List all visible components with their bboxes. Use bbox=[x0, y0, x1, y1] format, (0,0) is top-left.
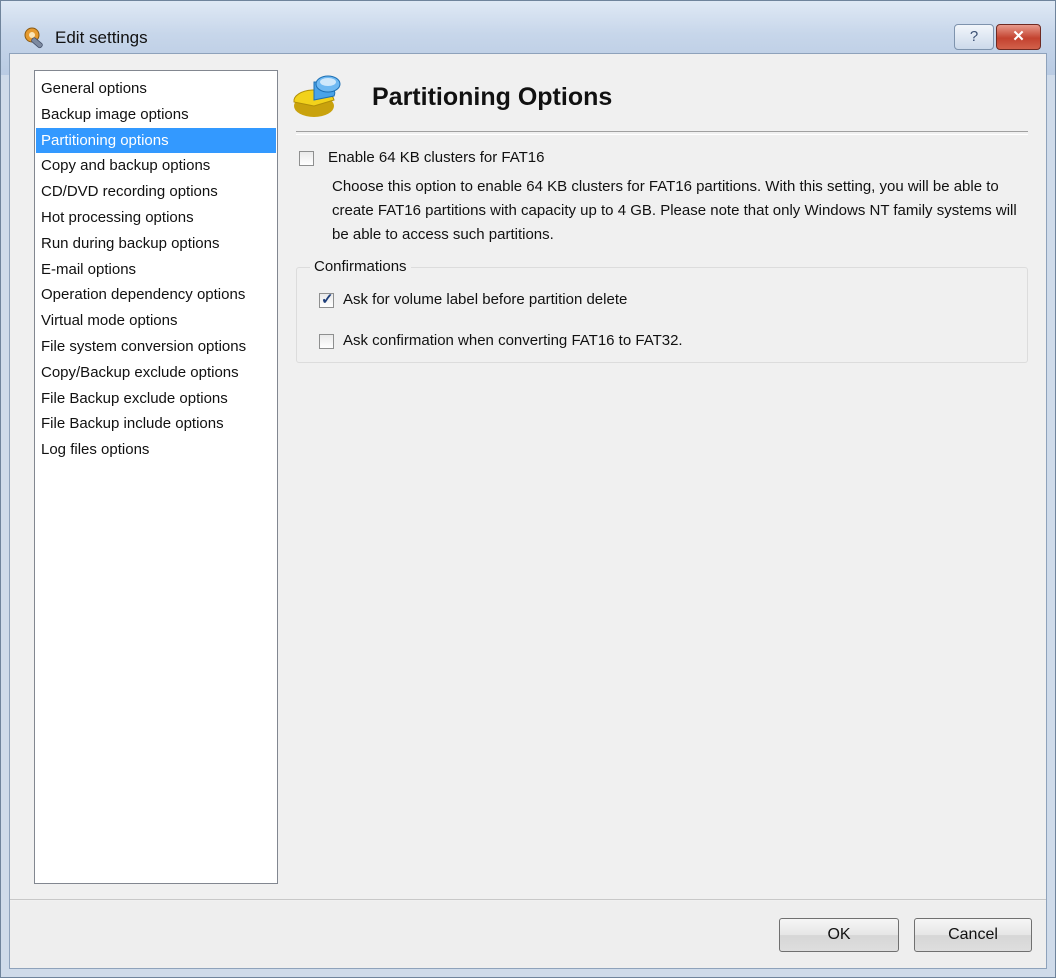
sidebar-item-run-during-backup-options[interactable]: Run during backup options bbox=[36, 231, 276, 257]
sidebar-item-log-files-options[interactable]: Log files options bbox=[36, 437, 276, 463]
sidebar-item-partitioning-options[interactable]: Partitioning options bbox=[36, 127, 276, 154]
close-button[interactable]: ✕ bbox=[996, 24, 1041, 50]
edit-settings-dialog: Edit settings ? ✕ General options Backup … bbox=[0, 0, 1056, 978]
sidebar-item-cd-dvd-recording-options[interactable]: CD/DVD recording options bbox=[36, 179, 276, 205]
partition-pie-icon bbox=[293, 75, 341, 117]
sidebar-item-general-options[interactable]: General options bbox=[36, 76, 276, 102]
dialog-client-area: General options Backup image options Parti… bbox=[9, 53, 1047, 969]
sidebar-item-copy-and-backup-options[interactable]: Copy and backup options bbox=[36, 153, 276, 179]
confirmations-group-title: Confirmations bbox=[310, 258, 411, 275]
page-title: Partitioning Options bbox=[372, 83, 613, 111]
sidebar-item-operation-dependency-options[interactable]: Operation dependency options bbox=[36, 282, 276, 308]
sidebar-item-file-backup-include-options[interactable]: File Backup include options bbox=[36, 411, 276, 437]
title-divider bbox=[296, 131, 1028, 135]
sidebar-item-e-mail-options[interactable]: E-mail options bbox=[36, 257, 276, 283]
enable-64kb-clusters-label[interactable]: Enable 64 KB clusters for FAT16 bbox=[328, 149, 545, 166]
sidebar-item-file-system-conversion-options[interactable]: File system conversion options bbox=[36, 334, 276, 360]
window-title: Edit settings bbox=[55, 28, 148, 47]
sidebar-item-virtual-mode-options[interactable]: Virtual mode options bbox=[36, 308, 276, 334]
sidebar-item-backup-image-options[interactable]: Backup image options bbox=[36, 102, 276, 128]
sidebar-item-copy-backup-exclude-options[interactable]: Copy/Backup exclude options bbox=[36, 360, 276, 386]
settings-wrench-icon bbox=[24, 27, 43, 49]
help-button[interactable]: ? bbox=[954, 24, 994, 50]
options-category-list[interactable]: General options Backup image options Parti… bbox=[34, 70, 278, 884]
sidebar-item-hot-processing-options[interactable]: Hot processing options bbox=[36, 205, 276, 231]
ask-volume-label-checkbox[interactable]: ✓ bbox=[319, 291, 334, 308]
button-bar: OK Cancel bbox=[10, 901, 1046, 968]
enable-64kb-description: Choose this option to enable 64 KB clust… bbox=[332, 178, 1017, 243]
sidebar-item-file-backup-exclude-options[interactable]: File Backup exclude options bbox=[36, 386, 276, 412]
ok-button[interactable]: OK bbox=[779, 918, 899, 952]
ask-volume-label-label[interactable]: Ask for volume label before partition de… bbox=[343, 291, 627, 308]
enable-64kb-clusters-checkbox[interactable] bbox=[299, 151, 314, 166]
ask-fat-conversion-label[interactable]: Ask confirmation when converting FAT16 t… bbox=[343, 332, 683, 349]
ask-fat-conversion-checkbox[interactable] bbox=[319, 334, 334, 349]
cancel-button[interactable]: Cancel bbox=[914, 918, 1032, 952]
checkmark-icon: ✓ bbox=[321, 291, 334, 308]
